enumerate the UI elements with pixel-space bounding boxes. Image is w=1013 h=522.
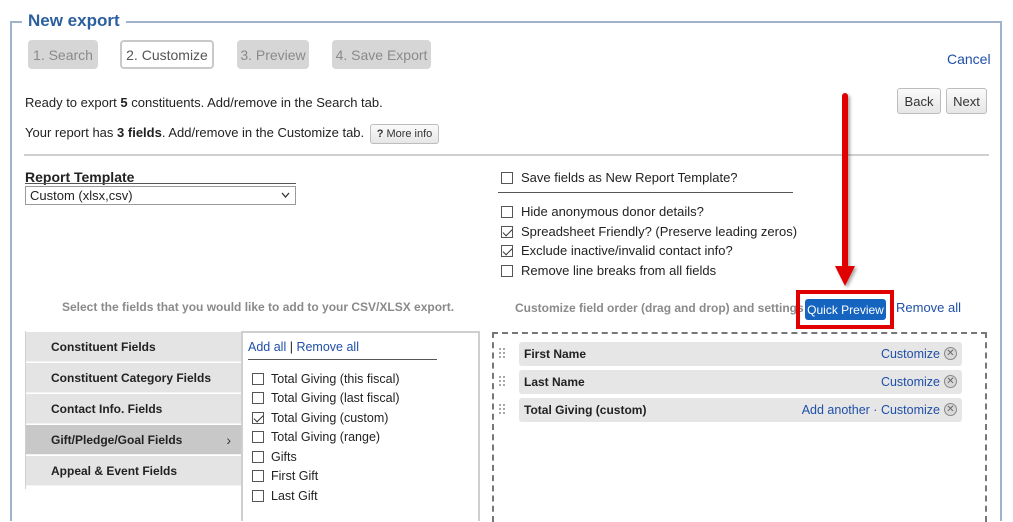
constituent-count: 5 [120,95,128,110]
right-instruction: Customize field order (drag and drop) an… [515,301,804,315]
field-checkbox[interactable] [252,412,264,424]
remove-line-breaks-label: Remove line breaks from all fields [521,263,717,278]
field-checkbox[interactable] [252,392,264,404]
summary-text-post: constituents. Add/remove in the Search t… [127,95,383,110]
page-title: New export [22,11,126,31]
report-template-select[interactable]: Custom (xlsx,csv) [25,186,296,205]
remove-field-icon[interactable]: ✕ [944,375,957,388]
step-save-export[interactable]: 4. Save Export [332,40,431,69]
remove-field-icon[interactable]: ✕ [944,403,957,416]
back-button[interactable]: Back [897,88,941,114]
hide-anonymous-label: Hide anonymous donor details? [521,204,704,219]
field-item[interactable]: First Gift [252,469,318,483]
cancel-link[interactable]: Cancel [947,51,991,67]
hide-anonymous-option[interactable]: Hide anonymous donor details? [501,204,704,219]
hide-anonymous-checkbox[interactable] [501,205,513,218]
add-all-link[interactable]: Add all [248,340,286,354]
category-gift-pledge-goal-fields[interactable]: Gift/Pledge/Goal Fields › [26,425,241,455]
export-summary: Ready to export 5 constituents. Add/remo… [25,95,383,110]
category-gift-label: Gift/Pledge/Goal Fields [51,432,183,447]
chevron-down-icon [281,192,290,198]
spreadsheet-friendly-label: Spreadsheet Friendly? (Preserve leading … [521,224,798,239]
field-checkbox[interactable] [252,431,264,443]
save-template-option[interactable]: Save fields as New Report Template? [501,170,738,185]
step-search[interactable]: 1. Search [28,40,98,69]
step-preview[interactable]: 3. Preview [237,40,309,69]
summary-text-pre: Ready to export [25,95,121,110]
field-count: 3 fields [117,125,162,140]
remove-field-icon[interactable]: ✕ [944,347,957,360]
category-appeal-event-fields[interactable]: Appeal & Event Fields [26,456,241,486]
selected-field-label: Last Name [524,375,585,389]
field-summary-pre: Your report has [25,125,118,140]
spreadsheet-friendly-option[interactable]: Spreadsheet Friendly? (Preserve leading … [501,224,797,239]
field-checkbox[interactable] [252,490,264,502]
field-item[interactable]: Last Gift [252,489,318,503]
customize-link[interactable]: Customize [881,375,940,389]
field-summary: Your report has 3 fields. Add/remove in … [25,125,364,140]
field-item[interactable]: Total Giving (last fiscal) [252,391,400,405]
field-label: First Gift [271,469,319,483]
report-template-value: Custom (xlsx,csv) [30,188,133,203]
drag-handle-icon[interactable] [498,375,506,387]
link-separator: | [289,340,293,354]
add-another-link[interactable]: Add another [802,403,870,417]
left-instruction: Select the fields that you would like to… [62,300,455,314]
selected-field-row[interactable]: Last Name Customize ✕ [519,370,962,394]
field-label: Total Giving (last fiscal) [271,391,400,405]
field-checkbox[interactable] [252,451,264,463]
more-info-label: More info [386,128,433,140]
exclude-inactive-checkbox[interactable] [501,244,513,257]
question-icon: ? [376,128,384,140]
field-label: Gifts [271,450,297,464]
field-label: Total Giving (this fiscal) [271,372,400,386]
customize-link[interactable]: Customize [881,347,940,361]
more-info-button[interactable]: ? More info [370,124,439,144]
category-contact-info-fields[interactable]: Contact Info. Fields [26,394,241,424]
field-checkbox[interactable] [252,470,264,482]
drag-handle-icon[interactable] [498,403,506,415]
field-label: Total Giving (range) [271,430,381,444]
selected-field-row[interactable]: Total Giving (custom) Add another · Cust… [519,398,962,422]
selected-field-label: Total Giving (custom) [524,403,647,417]
field-item[interactable]: Gifts [252,450,297,464]
chevron-right-icon: › [226,431,231,448]
field-item[interactable]: Total Giving (range) [252,430,380,444]
selected-field-row[interactable]: First Name Customize ✕ [519,342,962,366]
action-separator: · [873,403,878,417]
field-list-divider [248,359,437,360]
field-summary-post: . Add/remove in the Customize tab. [161,125,365,140]
step-customize[interactable]: 2. Customize [120,40,214,69]
options-divider [498,192,793,193]
quick-preview-button[interactable]: Quick Preview [805,299,886,320]
exclude-inactive-option[interactable]: Exclude inactive/invalid contact info? [501,243,733,258]
save-template-label: Save fields as New Report Template? [521,170,738,185]
field-item[interactable]: Total Giving (this fiscal) [252,372,400,386]
arrow-down-icon [835,93,855,286]
field-item[interactable]: Total Giving (custom) [252,411,388,425]
field-label: Total Giving (custom) [271,411,389,425]
customize-link[interactable]: Customize [881,403,940,417]
selected-field-label: First Name [524,347,587,361]
field-label: Last Gift [271,489,318,503]
field-list-actions: Add all | Remove all [248,340,359,354]
category-constituent-fields[interactable]: Constituent Fields [26,332,241,362]
field-checkbox[interactable] [252,373,264,385]
exclude-inactive-label: Exclude inactive/invalid contact info? [521,243,733,258]
remove-line-breaks-checkbox[interactable] [501,264,513,277]
category-constituent-category-fields[interactable]: Constituent Category Fields [26,363,241,393]
spreadsheet-friendly-checkbox[interactable] [501,225,513,238]
save-template-checkbox[interactable] [501,171,513,184]
remove-all-link[interactable]: Remove all [296,340,359,354]
remove-all-fields-link[interactable]: Remove all [896,300,961,315]
next-button[interactable]: Next [946,88,987,114]
drag-handle-icon[interactable] [498,347,506,359]
remove-line-breaks-option[interactable]: Remove line breaks from all fields [501,263,716,278]
report-template-underline [25,183,296,184]
